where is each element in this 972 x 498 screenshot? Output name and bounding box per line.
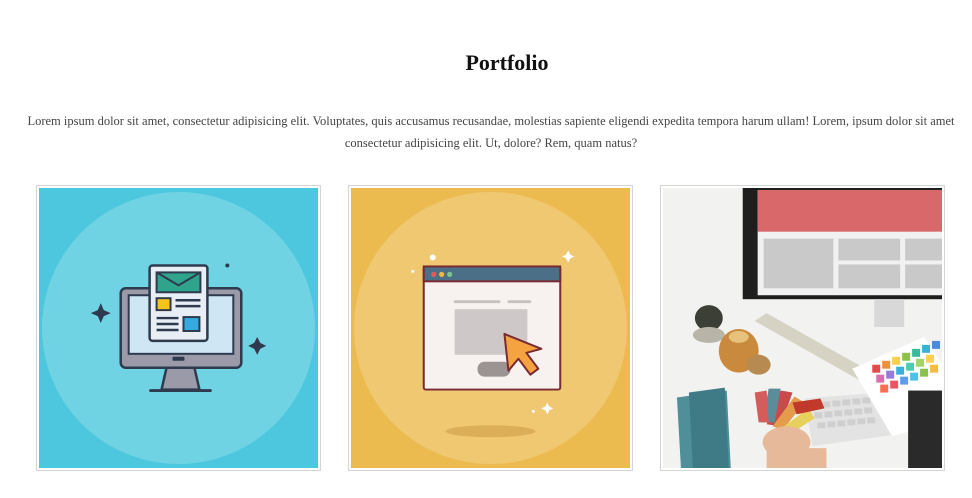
portfolio-item-click-browser[interactable] xyxy=(348,185,633,471)
section-description: Lorem ipsum dolor sit amet, consectetur … xyxy=(27,114,955,150)
workspace-photo xyxy=(663,188,942,468)
portfolio-item-workspace[interactable] xyxy=(660,185,945,471)
section-title: Portfolio xyxy=(465,50,549,75)
portfolio-section: Portfolio Lorem ipsum dolor sit amet, co… xyxy=(0,0,972,498)
web-design-icon xyxy=(39,188,318,468)
click-browser-icon xyxy=(351,188,630,468)
portfolio-item-web-design[interactable] xyxy=(36,185,321,471)
